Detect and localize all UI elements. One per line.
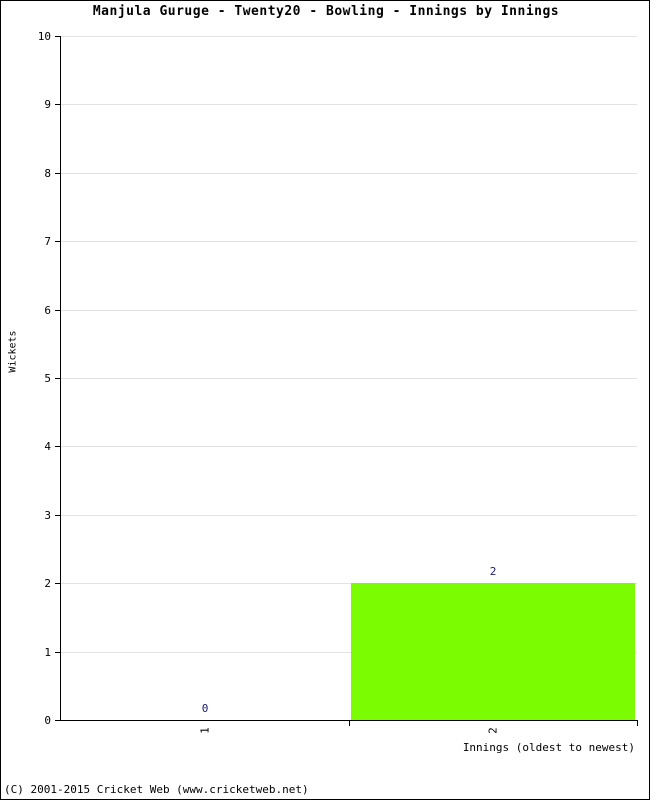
gridline xyxy=(61,514,637,516)
chart-page: Manjula Guruge - Twenty20 - Bowling - In… xyxy=(0,0,650,800)
y-tick-label: 10 xyxy=(37,30,51,43)
gridline xyxy=(61,241,637,243)
y-tick-label: 7 xyxy=(44,235,51,249)
bar-value-label: 0 xyxy=(201,702,209,715)
y-tick-mark xyxy=(55,104,61,106)
gridline xyxy=(61,309,637,311)
y-tick-mark xyxy=(55,446,61,448)
y-tick-mark xyxy=(55,309,61,311)
y-tick-mark xyxy=(55,514,61,516)
x-axis-title: Innings (oldest to newest) xyxy=(462,741,635,754)
copyright-footer: (C) 2001-2015 Cricket Web (www.cricketwe… xyxy=(4,783,309,796)
y-tick-mark xyxy=(55,651,61,653)
y-tick-label: 9 xyxy=(44,98,51,112)
y-tick-mark xyxy=(55,241,61,243)
gridline xyxy=(61,36,637,37)
x-tick-label: 2 xyxy=(486,727,500,734)
y-tick-label: 2 xyxy=(44,577,51,591)
bar-value-label: 2 xyxy=(489,565,497,579)
plot-area: 02 xyxy=(61,36,637,720)
y-tick-label: 1 xyxy=(44,645,51,659)
gridline xyxy=(61,104,637,106)
x-tick-mark xyxy=(349,721,350,726)
x-tick-label: 1 xyxy=(198,727,212,734)
y-tick-mark xyxy=(55,36,61,37)
y-tick-mark xyxy=(55,378,61,379)
x-tick-mark xyxy=(637,721,638,726)
y-tick-mark xyxy=(55,583,61,585)
gridline xyxy=(61,446,637,448)
gridline xyxy=(61,378,637,379)
y-axis-title: Wickets xyxy=(7,330,19,373)
gridline xyxy=(61,172,637,174)
y-tick-label: 6 xyxy=(44,303,51,317)
y-tick-label: 4 xyxy=(44,440,51,454)
y-tick-label: 8 xyxy=(44,166,51,180)
bar[interactable] xyxy=(351,583,635,720)
y-tick-mark xyxy=(55,720,61,721)
y-tick-mark xyxy=(55,172,61,174)
chart-title: Manjula Guruge - Twenty20 - Bowling - In… xyxy=(92,4,560,19)
y-tick-label: 3 xyxy=(44,508,51,522)
y-tick-label: 0 xyxy=(44,714,51,727)
